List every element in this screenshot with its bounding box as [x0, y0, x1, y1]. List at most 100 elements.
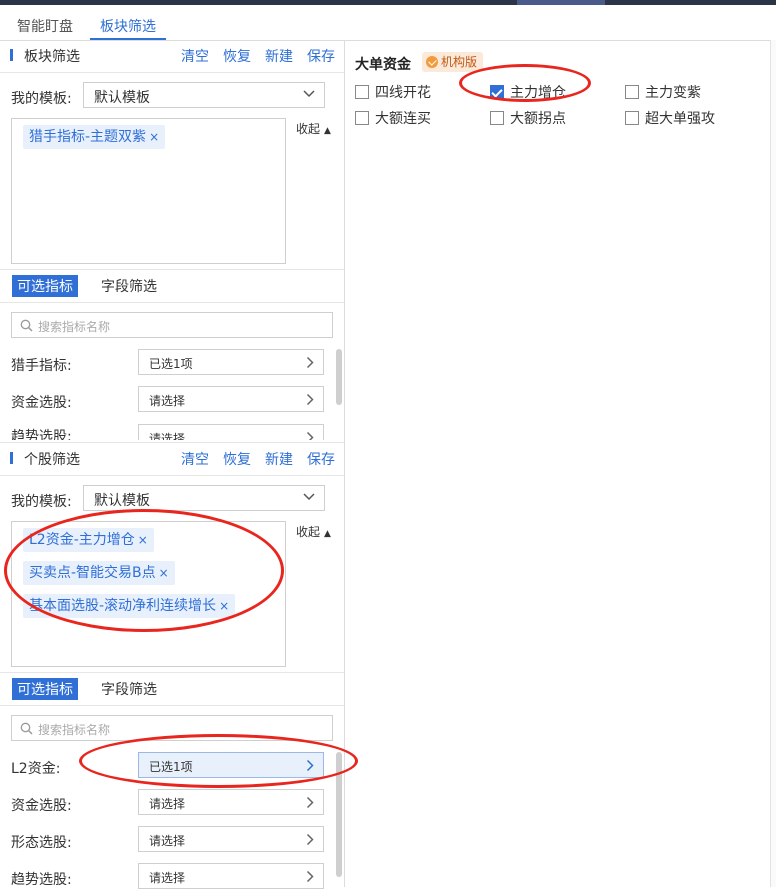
- sector-filter-hunter-value: 已选1项: [149, 357, 193, 371]
- sector-template-label: 我的模板:: [11, 91, 72, 107]
- sector-sub-tabs: 可选指标 字段筛选: [0, 269, 344, 303]
- stock-template-value: 默认模板: [94, 493, 150, 509]
- sector-filter-hunter-select[interactable]: 已选1项: [138, 349, 324, 375]
- institution-badge-label: 机构版: [441, 55, 478, 69]
- checkbox-icon[interactable]: [490, 111, 504, 125]
- sector-clear-button[interactable]: 清空: [181, 46, 209, 66]
- option-label: 大额拐点: [510, 111, 566, 127]
- stock-filter-label-l2: L2资金:: [11, 761, 61, 777]
- stock-filter-pattern-value: 请选择: [149, 834, 186, 848]
- chevron-right-icon: [306, 833, 314, 846]
- sector-selected-tags-box: 猎手指标-主题双紫 ×: [11, 118, 286, 264]
- sector-tag-chip: 猎手指标-主题双紫 ×: [23, 125, 166, 149]
- stock-search-input[interactable]: 搜索指标名称: [11, 715, 333, 741]
- sector-filter-trend-select[interactable]: 请选择: [138, 424, 324, 440]
- option-main-increase[interactable]: 主力增仓: [490, 82, 566, 102]
- sector-filter-title: 板块筛选: [24, 49, 80, 65]
- sector-search-placeholder: 搜索指标名称: [38, 320, 111, 334]
- option-label: 主力增仓: [510, 85, 566, 101]
- sector-template-value: 默认模板: [94, 90, 150, 106]
- chevron-right-icon: [306, 759, 314, 772]
- stock-filter-l2-select[interactable]: 已选1项: [138, 752, 324, 778]
- stock-filter-trend-value: 请选择: [149, 871, 186, 885]
- stock-tag-chip: L2资金-主力增仓 ×: [23, 528, 154, 552]
- caret-up-icon: ▲: [324, 126, 331, 136]
- collapse-label: 收起: [296, 525, 321, 539]
- checkbox-icon[interactable]: [355, 111, 369, 125]
- option-label: 大额连买: [375, 111, 431, 127]
- stock-tag-label: 买卖点-智能交易B点: [29, 565, 156, 581]
- stock-filter-fund-value: 请选择: [149, 797, 186, 811]
- sector-new-button[interactable]: 新建: [265, 46, 293, 66]
- sector-template-select[interactable]: 默认模板: [83, 82, 325, 108]
- stock-collapse-button[interactable]: 收起 ▲: [296, 523, 331, 540]
- option-super-attack[interactable]: 超大单强攻: [625, 108, 715, 128]
- remove-tag-icon[interactable]: ×: [138, 533, 148, 547]
- stock-sub-tabs: 可选指标 字段筛选: [0, 672, 344, 706]
- sector-tab-indicators[interactable]: 可选指标: [12, 275, 78, 297]
- stock-template-select[interactable]: 默认模板: [83, 485, 325, 511]
- stock-tag-label: 基本面选股-滚动净利连续增长: [29, 598, 217, 614]
- sector-tag-label: 猎手指标-主题双紫: [29, 129, 147, 145]
- stock-template-label: 我的模板:: [11, 494, 72, 510]
- stock-tag-chip: 基本面选股-滚动净利连续增长 ×: [23, 594, 236, 618]
- stock-restore-button[interactable]: 恢复: [223, 449, 251, 469]
- sector-tab-fields[interactable]: 字段筛选: [101, 276, 157, 296]
- sector-collapse-button[interactable]: 收起 ▲: [296, 120, 331, 137]
- sector-save-button[interactable]: 保存: [307, 46, 335, 66]
- stock-filter-pattern-select[interactable]: 请选择: [138, 826, 324, 852]
- left-filter-column: 板块筛选 清空 恢复 新建 保存 我的模板: 默认模板 猎手指标-主题双紫 × 收…: [0, 40, 345, 889]
- sector-restore-button[interactable]: 恢复: [223, 46, 251, 66]
- section-marker: [10, 49, 13, 61]
- sector-filter-scrollbar[interactable]: [336, 349, 342, 405]
- chevron-down-icon: [303, 90, 315, 98]
- stock-filter-header: 个股筛选 清空 恢复 新建 保存: [0, 442, 344, 476]
- caret-up-icon: ▲: [324, 529, 331, 539]
- stock-search-placeholder: 搜索指标名称: [38, 723, 111, 737]
- stock-tag-label: L2资金-主力增仓: [29, 532, 135, 548]
- adjacent-panel-edge: [770, 40, 776, 887]
- stock-save-button[interactable]: 保存: [307, 449, 335, 469]
- big-order-title: 大单资金: [355, 57, 411, 73]
- checkbox-icon[interactable]: [355, 85, 369, 99]
- chevron-right-icon: [306, 796, 314, 809]
- chevron-right-icon: [306, 431, 314, 440]
- chevron-right-icon: [306, 356, 314, 369]
- checkbox-checked-icon[interactable]: [490, 85, 504, 99]
- search-icon: [20, 722, 33, 735]
- chevron-right-icon: [306, 393, 314, 406]
- option-label: 主力变紫: [645, 85, 701, 101]
- checkbox-icon[interactable]: [625, 111, 639, 125]
- remove-tag-icon[interactable]: ×: [149, 130, 159, 144]
- tab-sector-filter[interactable]: 板块筛选: [100, 16, 156, 36]
- tab-smart-watch[interactable]: 智能盯盘: [17, 16, 73, 36]
- stock-selected-tags-box: L2资金-主力增仓 × 买卖点-智能交易B点 × 基本面选股-滚动净利连续增长 ×: [11, 521, 286, 667]
- stock-filter-l2-value: 已选1项: [149, 760, 193, 774]
- window-top-bar: [0, 0, 776, 5]
- sector-search-input[interactable]: 搜索指标名称: [11, 312, 333, 338]
- stock-filter-label-fund: 资金选股:: [11, 798, 72, 814]
- stock-filter-trend-select[interactable]: 请选择: [138, 863, 324, 889]
- stock-tab-indicators[interactable]: 可选指标: [12, 678, 78, 700]
- sector-filter-fund-select[interactable]: 请选择: [138, 386, 324, 412]
- sector-filter-trend-value: 请选择: [149, 432, 186, 440]
- sector-filter-label-trend: 趋势选股:: [11, 429, 72, 440]
- stock-filter-scrollbar[interactable]: [336, 752, 342, 877]
- institution-badge: 机构版: [422, 52, 484, 72]
- section-marker: [10, 452, 13, 464]
- checkbox-icon[interactable]: [625, 85, 639, 99]
- option-large-turn[interactable]: 大额拐点: [490, 108, 566, 128]
- top-bar-accent: [517, 0, 605, 5]
- option-large-buy[interactable]: 大额连买: [355, 108, 431, 128]
- stock-filter-fund-select[interactable]: 请选择: [138, 789, 324, 815]
- stock-new-button[interactable]: 新建: [265, 449, 293, 469]
- remove-tag-icon[interactable]: ×: [159, 566, 169, 580]
- option-label: 超大单强攻: [645, 111, 715, 127]
- option-four-lines[interactable]: 四线开花: [355, 82, 431, 102]
- option-main-purple[interactable]: 主力变紫: [625, 82, 701, 102]
- remove-tag-icon[interactable]: ×: [219, 599, 229, 613]
- stock-clear-button[interactable]: 清空: [181, 449, 209, 469]
- sector-filter-header: 板块筛选 清空 恢复 新建 保存: [0, 40, 344, 73]
- sector-filter-label-hunter: 猎手指标:: [11, 358, 72, 374]
- stock-tab-fields[interactable]: 字段筛选: [101, 679, 157, 699]
